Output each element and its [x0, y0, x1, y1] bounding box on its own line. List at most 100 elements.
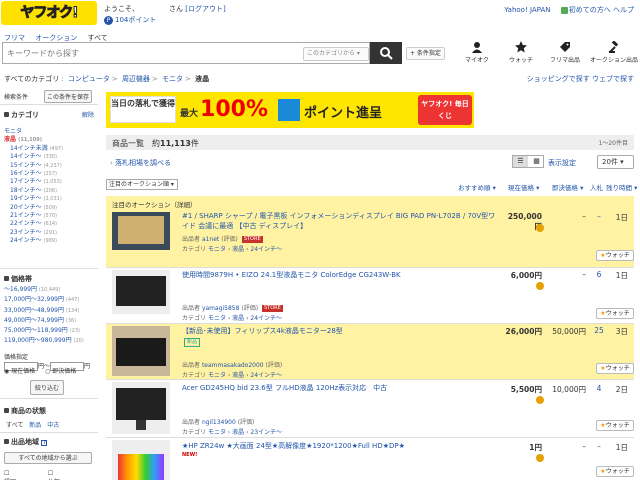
- seller-link[interactable]: a1net: [202, 236, 219, 243]
- category-item[interactable]: 22インチ〜 (614): [4, 220, 63, 228]
- item-bids[interactable]: 4: [592, 384, 606, 393]
- per-page-select[interactable]: 20件 ▾: [597, 155, 634, 169]
- seller-link[interactable]: teammasakado2000: [202, 362, 264, 369]
- yahuoku-logo[interactable]: ヤフオク!: [1, 1, 97, 25]
- category-item[interactable]: 17インチ〜 (1,053): [4, 178, 63, 186]
- item-thumbnail[interactable]: [112, 382, 170, 434]
- breadcrumb: すべてのカテゴリ: コンピュータ > 周辺機器 > モニタ > 液晶: [4, 75, 210, 83]
- breadcrumb-all[interactable]: すべてのカテゴリ: [4, 75, 59, 83]
- item-title[interactable]: Acer GD245HQ bid 23.6型 フルHD液晶 120Hz表示対応 …: [182, 383, 500, 393]
- logout-link[interactable]: [ログアウト]: [185, 5, 225, 13]
- category-clear-link[interactable]: 解除: [82, 110, 94, 119]
- item-bids[interactable]: –: [592, 442, 606, 451]
- watch-button[interactable]: ★ウォッチ: [596, 250, 634, 261]
- item-thumbnail[interactable]: [112, 326, 170, 376]
- category-item[interactable]: 21インチ〜 (570): [4, 212, 63, 220]
- item-title[interactable]: 【新品･未使用】フィリップス4k液晶モニター28型: [182, 326, 500, 336]
- category-item[interactable]: 18インチ〜 (206): [4, 187, 63, 195]
- breadcrumb-computer[interactable]: コンピュータ: [68, 75, 110, 83]
- watch-button[interactable]: ★ウォッチ: [596, 420, 634, 431]
- price-item[interactable]: 119,000円〜980,999円 (20): [4, 336, 84, 346]
- search-icon: [380, 47, 393, 60]
- category-item[interactable]: 15インチ〜 (4,237): [4, 162, 63, 170]
- myauction-button[interactable]: マイオク: [456, 41, 498, 64]
- breadcrumb-monitor[interactable]: モニタ: [162, 75, 183, 83]
- item-current-price: 26,000円: [505, 327, 542, 336]
- auction-sell-button[interactable]: オークション出品: [590, 41, 638, 64]
- list-view-icon[interactable]: ☰: [513, 156, 528, 167]
- display-settings-link[interactable]: 表示設定: [548, 158, 576, 168]
- points-link[interactable]: P 104ポイント: [104, 15, 156, 25]
- item-thumbnail[interactable]: [112, 212, 170, 250]
- condition-all[interactable]: すべて: [6, 422, 23, 429]
- market-price-link[interactable]: › 落札相場を調べる: [110, 158, 171, 168]
- col-current-price[interactable]: 現在価格 ▾: [508, 182, 539, 192]
- seller-link[interactable]: ngil134900: [202, 419, 236, 426]
- item-thumbnail[interactable]: [112, 270, 170, 314]
- search-button[interactable]: [370, 42, 402, 64]
- help-icon[interactable]: ?: [41, 440, 48, 446]
- flea-sell-button[interactable]: フリマ出品: [544, 41, 586, 64]
- condition-button[interactable]: + 条件指定: [406, 47, 445, 60]
- watch-button[interactable]: ウォッチ: [500, 41, 542, 64]
- radio-buyout-price[interactable]: ○ 即決価格: [45, 368, 80, 375]
- watch-button[interactable]: ★ウォッチ: [596, 363, 634, 374]
- tag-icon: [560, 42, 570, 52]
- col-bids[interactable]: 入札: [590, 182, 603, 192]
- seller-link[interactable]: yamagi5858: [202, 305, 240, 312]
- category-item[interactable]: 14インチ未満 (497): [4, 145, 63, 153]
- narrow-button[interactable]: 絞り込む: [30, 380, 65, 395]
- web-link[interactable]: ウェブで探す: [592, 75, 634, 83]
- beginners-link[interactable]: 初めての方へ: [557, 6, 611, 14]
- price-item[interactable]: 75,000円〜118,999円 (23): [4, 326, 84, 336]
- col-buyout-price[interactable]: 即決価格 ▾: [552, 182, 583, 192]
- item-seller: 出品者 a1net (評価) STORE: [182, 236, 263, 243]
- radio-current-price[interactable]: ◉ 現在価格: [4, 368, 39, 375]
- item-bids[interactable]: 25: [592, 326, 606, 335]
- category-item[interactable]: 16インチ〜 (257): [4, 170, 63, 178]
- featured-label[interactable]: 注目のオークション（詳細）: [112, 199, 197, 209]
- price-item[interactable]: 〜16,999円 (10,449): [4, 285, 84, 295]
- header-links: Yahoo! JAPAN 初めての方へ ヘルプ: [504, 5, 634, 15]
- category-item[interactable]: 20インチ〜 (509): [4, 204, 63, 212]
- search-category-select[interactable]: このカテゴリから ▾: [303, 47, 369, 61]
- item-title[interactable]: ★HP ZR24w ★大画面 24型★高解像度★1920*1200★Full H…: [182, 441, 500, 451]
- grid-view-icon[interactable]: ▦: [529, 156, 544, 167]
- help-link[interactable]: ヘルプ: [613, 6, 634, 14]
- yahoo-japan-link[interactable]: Yahoo! JAPAN: [504, 6, 550, 14]
- item-bids[interactable]: –: [592, 212, 606, 221]
- save-condition-button[interactable]: この条件を保存: [44, 90, 93, 103]
- region-fukuoka[interactable]: ☐ 福岡: [4, 470, 46, 480]
- item-buyout-price: –: [582, 212, 586, 221]
- item-category: カテゴリ モニタ › 液晶 › 24インチ〜: [182, 315, 283, 322]
- category-item[interactable]: 19インチ〜 (1,031): [4, 195, 63, 203]
- price-item[interactable]: 33,000円〜48,999円 (134): [4, 306, 84, 316]
- shopping-link[interactable]: ショッピングで探す: [527, 75, 590, 83]
- all-regions-button[interactable]: すべての地域から選ぶ: [4, 452, 92, 464]
- price-item[interactable]: 17,000円〜32,999円 (447): [4, 295, 84, 305]
- col-remaining[interactable]: 残り時間 ▾: [606, 182, 637, 192]
- category-item[interactable]: 24インチ〜 (989): [4, 237, 63, 245]
- item-title[interactable]: 使用時間9879H • EIZO 24.1型液晶モニタ ColorEdge CG…: [182, 270, 500, 280]
- condition-new[interactable]: 新品: [29, 422, 41, 429]
- price-item[interactable]: 49,000円〜74,999円 (36): [4, 316, 84, 326]
- col-recommended[interactable]: おすすめ順 ▾: [458, 182, 496, 192]
- condition-used[interactable]: 中古: [47, 422, 59, 429]
- watch-button[interactable]: ★ウォッチ: [596, 308, 634, 319]
- watch-button[interactable]: ★ウォッチ: [596, 466, 634, 477]
- category-item[interactable]: 14インチ〜 (330): [4, 153, 63, 161]
- item-title[interactable]: #1 / SHARP シャープ / 電子黒板 インフォメーションディスプレイ B…: [182, 211, 500, 231]
- item-bids[interactable]: 6: [592, 270, 606, 279]
- leaf-icon: [560, 6, 568, 14]
- breadcrumb-peripherals[interactable]: 周辺機器: [122, 75, 150, 83]
- category-item[interactable]: 23インチ〜 (291): [4, 229, 63, 237]
- region-saga[interactable]: ☐ 佐賀: [48, 470, 90, 480]
- promo-banner[interactable]: 当日の落札で獲得 最大100% ポイント進呈 ヤフオク! 毎日くじ: [106, 92, 474, 128]
- sort-select[interactable]: 注目のオークション順 ▾: [106, 179, 178, 190]
- search-input[interactable]: [7, 47, 287, 60]
- price-input-label: 価格指定: [4, 354, 29, 361]
- condition-section-title: 商品の状態: [4, 406, 46, 416]
- category-item: 液晶 (11,109): [4, 136, 42, 144]
- item-thumbnail[interactable]: [112, 440, 170, 480]
- item-remaining: 1日: [615, 271, 628, 280]
